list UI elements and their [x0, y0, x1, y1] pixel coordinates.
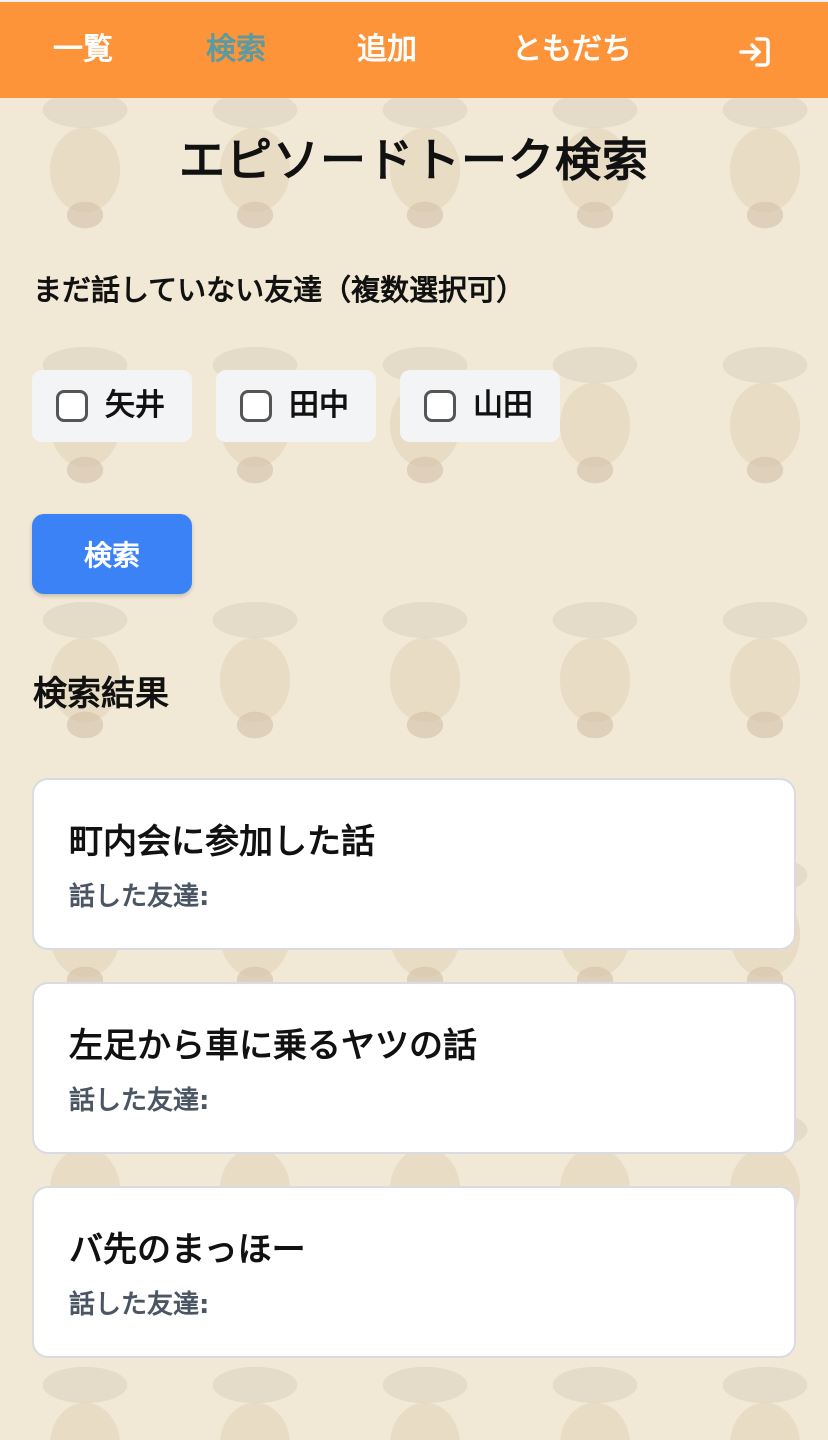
friend-name: 矢井: [105, 388, 165, 423]
page-title: エピソードトーク検索: [179, 133, 649, 187]
search-button[interactable]: 検索: [32, 514, 192, 594]
results-heading: 検索結果: [33, 674, 169, 714]
friend-checkbox-yai[interactable]: 矢井: [32, 370, 192, 442]
friend-checkbox-yamada[interactable]: 山田: [400, 370, 560, 442]
friend-name: 山田: [473, 388, 533, 423]
search-page: エピソードトーク検索 まだ話していない友達（複数選択可） 矢井 田中 山田 検索…: [0, 0, 828, 1440]
friend-filter-label: まだ話していない友達（複数選択可）: [33, 273, 526, 307]
episode-title: 左足から車に乗るヤツの話: [69, 1026, 477, 1066]
nav-add[interactable]: 追加: [357, 30, 417, 70]
friend-checkbox-tanaka[interactable]: 田中: [216, 370, 376, 442]
friend-name: 田中: [289, 388, 349, 423]
checkbox-icon[interactable]: [240, 390, 272, 422]
top-nav: 一覧 検索 追加 ともだち: [0, 0, 828, 98]
told-friends-label: 話した友達:: [69, 1290, 210, 1320]
nav-friends[interactable]: ともだち: [512, 30, 632, 70]
checkbox-icon[interactable]: [424, 390, 456, 422]
checkbox-icon[interactable]: [56, 390, 88, 422]
told-friends-label: 話した友達:: [69, 1086, 210, 1116]
episode-title: バ先のまっほー: [69, 1230, 306, 1270]
result-card[interactable]: バ先のまっほー 話した友達:: [32, 1186, 796, 1358]
episode-title: 町内会に参加した話: [69, 822, 375, 862]
told-friends-label: 話した友達:: [69, 882, 210, 912]
nav-list[interactable]: 一覧: [53, 30, 113, 70]
nav-search[interactable]: 検索: [206, 30, 266, 70]
login-arrow-icon[interactable]: [737, 34, 773, 70]
result-card[interactable]: 町内会に参加した話 話した友達:: [32, 778, 796, 950]
result-card[interactable]: 左足から車に乗るヤツの話 話した友達:: [32, 982, 796, 1154]
